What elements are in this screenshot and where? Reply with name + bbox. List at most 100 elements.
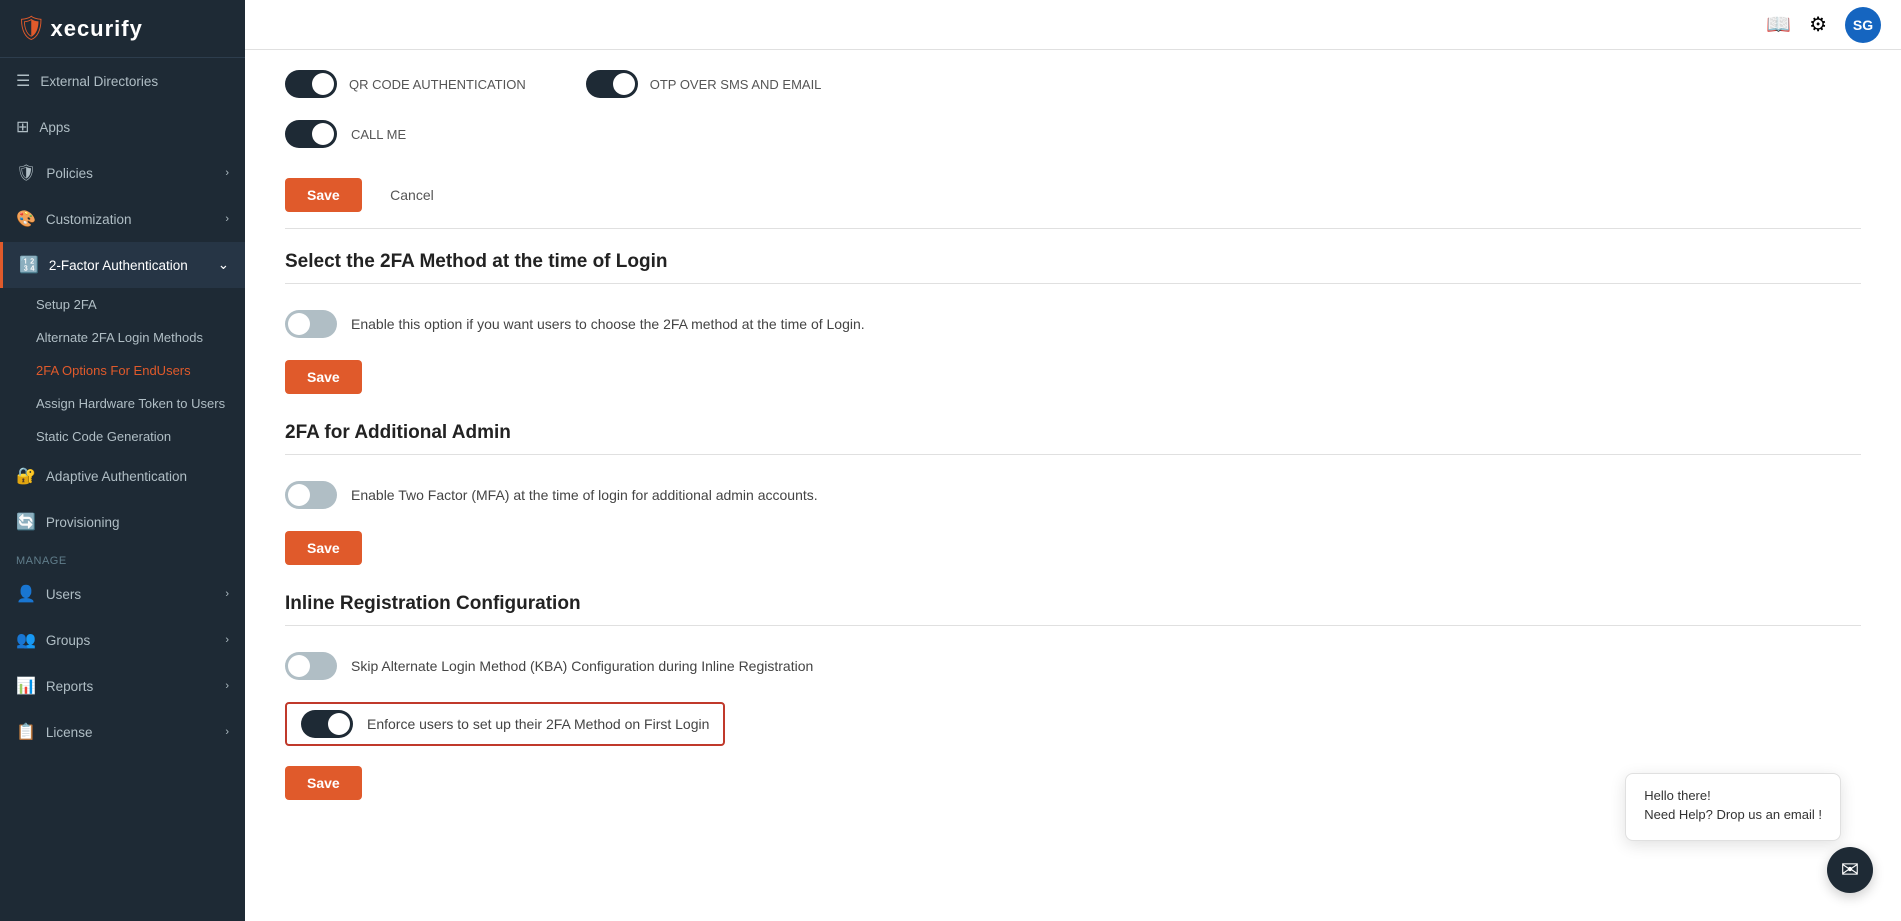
sidebar-item-label: Apps (39, 120, 70, 135)
inline-reg-save-button[interactable]: Save (285, 766, 362, 800)
chat-bubble: Hello there! Need Help? Drop us an email… (1625, 773, 1841, 841)
enforce-2fa-highlight: Enforce users to set up their 2FA Method… (285, 702, 725, 746)
sidebar-item-label: Adaptive Authentication (46, 469, 187, 484)
chevron-right-icon: › (225, 726, 229, 738)
chevron-down-icon: ⌄ (218, 257, 229, 273)
inline-registration-title: Inline Registration Configuration (285, 571, 1861, 625)
section-divider-2 (285, 454, 1861, 455)
sidebar-item-customization[interactable]: 🎨 Customization › (0, 196, 245, 242)
otp-sms-toggle-group: OTP OVER SMS AND EMAIL (586, 70, 822, 98)
enforce-2fa-toggle[interactable] (301, 710, 353, 738)
2fa-icon: 🔢 (19, 255, 39, 275)
call-me-toggle[interactable] (285, 120, 337, 148)
sidebar-item-label: Provisioning (46, 515, 120, 530)
additional-admin-save-button[interactable]: Save (285, 531, 362, 565)
qr-code-toggle[interactable] (285, 70, 337, 98)
sidebar-sub-setup-2fa[interactable]: Setup 2FA (0, 288, 245, 321)
sidebar-item-label: Reports (46, 679, 93, 694)
reports-icon: 📊 (16, 676, 36, 696)
call-me-toggle-group: CALL ME (285, 120, 406, 148)
sub-item-label: 2FA Options For EndUsers (36, 363, 191, 378)
skip-alternate-toggle-group: Skip Alternate Login Method (KBA) Config… (285, 652, 813, 680)
sub-item-label: Setup 2FA (36, 297, 97, 312)
sidebar-item-external-directories[interactable]: ☰ External Directories (0, 58, 245, 104)
top-cancel-button[interactable]: Cancel (372, 178, 452, 212)
additional-admin-toggle-group: Enable Two Factor (MFA) at the time of l… (285, 481, 818, 509)
sidebar-item-label: Groups (46, 633, 90, 648)
external-directories-icon: ☰ (16, 71, 30, 91)
groups-icon: 👥 (16, 630, 36, 650)
sidebar-sub-2fa-options[interactable]: 2FA Options For EndUsers (0, 354, 245, 387)
enforce-2fa-toggle-group: Enforce users to set up their 2FA Method… (285, 702, 1861, 746)
otp-sms-toggle[interactable] (586, 70, 638, 98)
sidebar-item-provisioning[interactable]: 🔄 Provisioning (0, 499, 245, 545)
sidebar-item-label: Policies (46, 166, 93, 181)
additional-admin-save-group: Save (285, 521, 1861, 571)
sub-item-label: Alternate 2FA Login Methods (36, 330, 203, 345)
sidebar-item-label: External Directories (40, 74, 158, 89)
manage-label: Manage (0, 545, 245, 571)
chevron-right-icon: › (225, 167, 229, 179)
gear-icon[interactable]: ⚙ (1809, 12, 1827, 37)
topbar: 📖 ⚙ SG (245, 0, 1901, 50)
skip-alternate-label: Skip Alternate Login Method (KBA) Config… (351, 658, 813, 674)
additional-admin-title: 2FA for Additional Admin (285, 400, 1861, 454)
inline-registration-section: Inline Registration Configuration Skip A… (285, 571, 1861, 806)
sidebar-item-policies[interactable]: 🛡 Policies › (0, 150, 245, 196)
sidebar-sub-static-code[interactable]: Static Code Generation (0, 420, 245, 453)
chat-help-text: Need Help? Drop us an email ! (1644, 807, 1822, 822)
adaptive-auth-icon: 🔐 (16, 466, 36, 486)
select-2fa-section: Select the 2FA Method at the time of Log… (285, 229, 1861, 400)
sub-item-label: Static Code Generation (36, 429, 171, 444)
sidebar-sub-alternate-2fa[interactable]: Alternate 2FA Login Methods (0, 321, 245, 354)
chevron-right-icon: › (225, 680, 229, 692)
avatar[interactable]: SG (1845, 7, 1881, 43)
customization-icon: 🎨 (16, 209, 36, 229)
top-toggles: QR CODE AUTHENTICATION OTP OVER SMS AND … (285, 60, 1861, 108)
qr-code-toggle-group: QR CODE AUTHENTICATION (285, 70, 526, 98)
sidebar-item-adaptive-auth[interactable]: 🔐 Adaptive Authentication (0, 453, 245, 499)
sidebar-item-apps[interactable]: ⊞ Apps (0, 104, 245, 150)
policies-icon: 🛡 (16, 163, 36, 183)
chat-greeting: Hello there! (1644, 788, 1822, 803)
apps-icon: ⊞ (16, 117, 29, 137)
sidebar-item-label: License (46, 725, 93, 740)
chevron-right-icon: › (225, 213, 229, 225)
sidebar-item-label: Customization (46, 212, 132, 227)
users-icon: 👤 (16, 584, 36, 604)
sidebar-item-2fa[interactable]: 🔢 2-Factor Authentication ⌄ (0, 242, 245, 288)
select-2fa-toggle[interactable] (285, 310, 337, 338)
book-icon[interactable]: 📖 (1766, 12, 1791, 37)
otp-sms-label: OTP OVER SMS AND EMAIL (650, 77, 822, 92)
select-2fa-save-group: Save (285, 350, 1861, 400)
call-me-label: CALL ME (351, 127, 406, 142)
sub-item-label: Assign Hardware Token to Users (36, 396, 225, 411)
sidebar-item-license[interactable]: 📋 License › (0, 709, 245, 755)
select-2fa-toggle-label: Enable this option if you want users to … (351, 316, 865, 332)
top-save-button[interactable]: Save (285, 178, 362, 212)
section-divider-3 (285, 625, 1861, 626)
sidebar-sub-assign-hardware[interactable]: Assign Hardware Token to Users (0, 387, 245, 420)
sidebar-item-groups[interactable]: 👥 Groups › (0, 617, 245, 663)
section-divider (285, 283, 1861, 284)
select-2fa-toggle-group: Enable this option if you want users to … (285, 310, 865, 338)
select-2fa-title: Select the 2FA Method at the time of Log… (285, 229, 1861, 283)
top-save-cancel-group: Save Cancel (285, 168, 1861, 218)
additional-admin-toggle-label: Enable Two Factor (MFA) at the time of l… (351, 487, 818, 503)
brand-name: xecurify (50, 16, 142, 42)
chevron-right-icon: › (225, 588, 229, 600)
sidebar-item-reports[interactable]: 📊 Reports › (0, 663, 245, 709)
otp-sms-toggle-row: OTP OVER SMS AND EMAIL (586, 70, 822, 98)
topbar-icons: 📖 ⚙ SG (1766, 7, 1881, 43)
select-2fa-save-button[interactable]: Save (285, 360, 362, 394)
sidebar-item-label: 2-Factor Authentication (49, 258, 188, 273)
provisioning-icon: 🔄 (16, 512, 36, 532)
chevron-right-icon: › (225, 634, 229, 646)
additional-admin-toggle[interactable] (285, 481, 337, 509)
top-section: QR CODE AUTHENTICATION OTP OVER SMS AND … (285, 50, 1861, 229)
additional-admin-section: 2FA for Additional Admin Enable Two Fact… (285, 400, 1861, 571)
sidebar-item-users[interactable]: 👤 Users › (0, 571, 245, 617)
chat-fab-button[interactable]: ✉ (1827, 847, 1873, 893)
logo: 🛡 xecurify (0, 0, 245, 58)
skip-alternate-toggle[interactable] (285, 652, 337, 680)
